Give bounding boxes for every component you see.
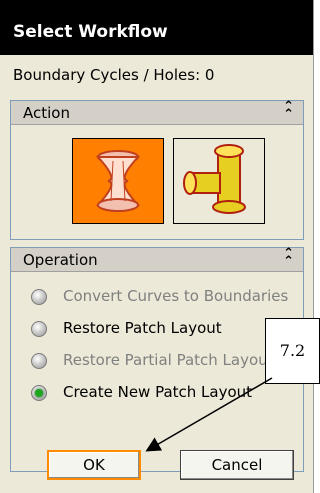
callout-arrow xyxy=(145,377,273,452)
